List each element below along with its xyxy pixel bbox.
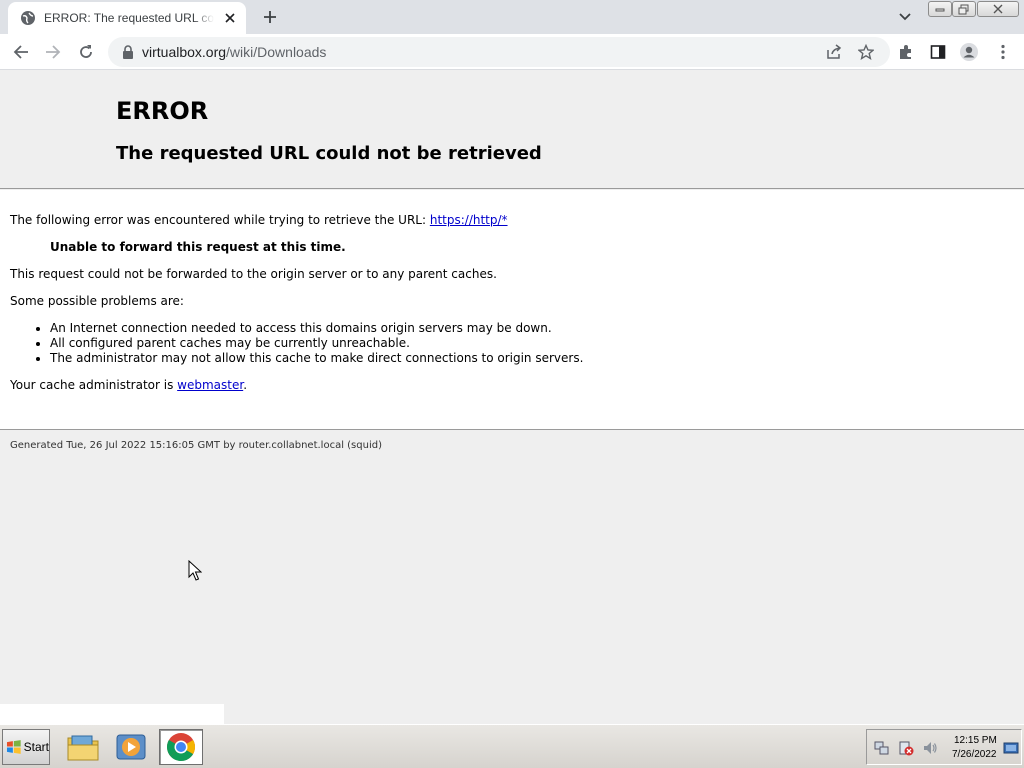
menu-button[interactable]: [990, 39, 1016, 65]
arrow-left-icon: [13, 45, 28, 59]
volume-icon[interactable]: [922, 740, 938, 756]
security-alert-icon[interactable]: [898, 740, 914, 756]
restore-icon: [958, 4, 969, 14]
tab-title: ERROR: The requested URL could not be re…: [44, 11, 214, 25]
side-panel-icon: [930, 45, 946, 59]
avatar-icon: [960, 43, 978, 61]
media-player-icon: [116, 734, 146, 760]
minimize-icon: [935, 8, 945, 12]
system-tray: [866, 729, 1022, 765]
admin-suffix: .: [243, 378, 248, 392]
window-close-button[interactable]: [977, 1, 1019, 17]
profile-button[interactable]: [956, 39, 982, 65]
folder-icon: [67, 735, 99, 761]
error-header: ERROR The requested URL could not be ret…: [0, 71, 1024, 189]
error-subheading: The requested URL could not be retrieved: [116, 143, 542, 164]
plus-icon: [264, 11, 276, 23]
window-restore-button[interactable]: [952, 1, 976, 17]
bookmark-star-icon[interactable]: [856, 42, 876, 62]
tab-search-button[interactable]: [894, 6, 916, 28]
url-text[interactable]: virtualbox.org/wiki/Downloads: [142, 44, 326, 60]
error-heading: ERROR: [116, 97, 209, 125]
globe-icon: [21, 11, 35, 25]
new-tab-button[interactable]: [258, 5, 282, 29]
close-tab-icon[interactable]: [222, 10, 238, 26]
chevron-down-icon: [899, 13, 911, 21]
error-body: The following error was encountered whil…: [0, 190, 1024, 430]
browser-tab-strip: ERROR: The requested URL could not be re…: [0, 0, 1024, 34]
close-icon: [993, 4, 1003, 14]
problems-list: An Internet connection needed to access …: [35, 321, 584, 366]
error-detail: Unable to forward this request at this t…: [50, 240, 346, 254]
start-label: Start: [23, 740, 49, 754]
admin-paragraph: Your cache administrator is webmaster.: [10, 378, 247, 392]
clock-date[interactable]: 7/26/2022: [952, 749, 997, 760]
show-desktop-icon[interactable]: [1003, 740, 1019, 756]
browser-toolbar: virtualbox.org/wiki/Downloads: [0, 34, 1024, 70]
chrome-icon: [167, 733, 195, 762]
admin-text: Your cache administrator is: [10, 378, 178, 392]
start-button[interactable]: Start: [2, 729, 50, 765]
mouse-cursor-icon: [188, 560, 202, 581]
page-viewport: ERROR The requested URL could not be ret…: [0, 71, 1024, 724]
problems-intro: Some possible problems are:: [10, 294, 184, 308]
list-item: All configured parent caches may be curr…: [35, 336, 583, 351]
list-item: The administrator may not allow this cac…: [35, 351, 584, 365]
taskbar: Start 12:15 PM 7/26/2022: [0, 724, 1024, 768]
browser-tab-active[interactable]: ERROR: The requested URL could not be re…: [8, 2, 246, 34]
window-minimize-button[interactable]: [928, 1, 952, 17]
arrow-right-icon: [46, 45, 61, 59]
status-bubble: [0, 704, 224, 724]
intro-text: The following error was encountered whil…: [10, 213, 430, 227]
share-icon[interactable]: [824, 42, 844, 62]
lock-icon[interactable]: [120, 44, 136, 60]
reload-icon: [80, 45, 92, 58]
explanation-text: This request could not be forwarded to t…: [10, 267, 497, 281]
url-host: virtualbox.org: [142, 44, 227, 60]
url-path: /wiki/Downloads: [226, 44, 327, 60]
network-icon[interactable]: [874, 740, 890, 756]
address-bar[interactable]: virtualbox.org/wiki/Downloads: [108, 37, 890, 67]
taskbar-media-player[interactable]: [109, 729, 153, 765]
requested-url-link[interactable]: https://http/*: [430, 213, 508, 227]
webmaster-link[interactable]: webmaster: [177, 378, 243, 392]
side-panel-button[interactable]: [925, 39, 951, 65]
taskbar-chrome[interactable]: [159, 729, 203, 765]
taskbar-explorer[interactable]: [61, 729, 105, 765]
windows-logo-icon: [6, 740, 21, 754]
reload-button[interactable]: [73, 39, 99, 65]
forward-button[interactable]: [40, 39, 66, 65]
puzzle-icon: [900, 45, 911, 59]
generated-footer: Generated Tue, 26 Jul 2022 15:16:05 GMT …: [10, 440, 382, 451]
extensions-button[interactable]: [893, 39, 919, 65]
list-item: An Internet connection needed to access …: [35, 321, 583, 336]
intro-paragraph: The following error was encountered whil…: [10, 213, 508, 227]
back-button[interactable]: [8, 39, 34, 65]
kebab-menu-icon: [1001, 44, 1005, 60]
clock-time[interactable]: 12:15 PM: [954, 735, 997, 746]
